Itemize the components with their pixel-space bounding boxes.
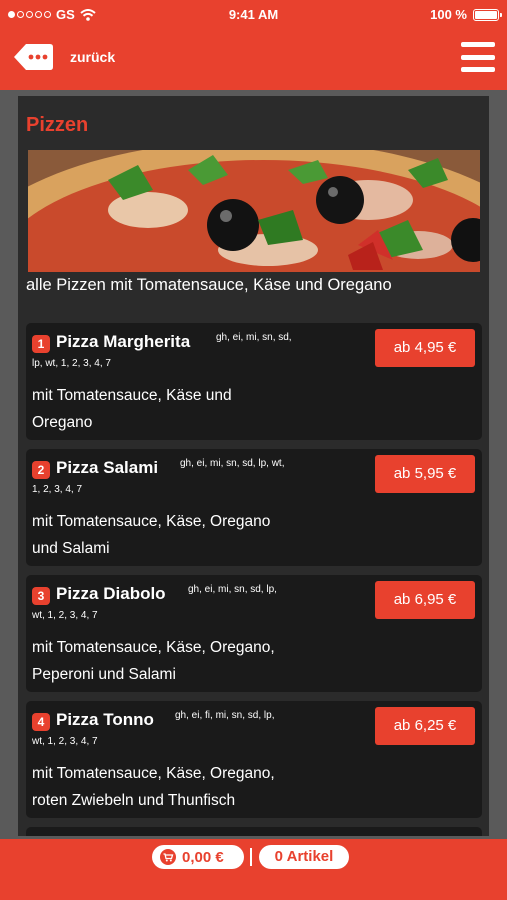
menu-content: Pizzen alle Pizzen mit Tomatensauce, Käs… <box>18 96 489 836</box>
item-allergens: 1, 2, 3, 4, 7 <box>32 484 83 495</box>
battery-label: 100 % <box>430 7 467 22</box>
price-button[interactable]: ab 4,95 € <box>375 329 475 367</box>
item-allergens: wt, 1, 2, 3, 4, 7 <box>32 736 98 747</box>
menu-item-pizza-margherita[interactable]: 1 Pizza Margherita gh, ei, mi, sn, sd, l… <box>26 323 482 440</box>
item-allergens: lp, wt, 1, 2, 3, 4, 7 <box>32 358 111 369</box>
category-description: alle Pizzen mit Tomatensauce, Käse und O… <box>26 276 392 294</box>
pizza-banner-image <box>28 150 480 272</box>
category-title: Pizzen <box>26 114 89 136</box>
status-bar: GS 9:41 AM 100 % <box>0 0 507 28</box>
item-description: roten Zwiebeln und Thunfisch <box>32 792 236 809</box>
price-button[interactable]: ab 6,95 € <box>375 581 475 619</box>
divider <box>250 848 252 866</box>
item-number: 1 <box>32 335 50 353</box>
menu-item-partial[interactable] <box>26 827 482 836</box>
item-number: 2 <box>32 461 50 479</box>
item-allergens: gh, ei, mi, sn, sd, <box>216 332 292 343</box>
item-description: mit Tomatensauce, Käse und <box>32 387 232 404</box>
item-allergens: gh, ei, mi, sn, sd, lp, wt, <box>180 458 285 469</box>
back-icon[interactable] <box>12 42 54 72</box>
cart-total: 0,00 € <box>182 848 224 866</box>
item-name: Pizza Tonno <box>56 710 154 729</box>
item-description: mit Tomatensauce, Käse, Oregano, <box>32 765 275 782</box>
item-number: 3 <box>32 587 50 605</box>
menu-item-pizza-salami[interactable]: 2 Pizza Salami gh, ei, mi, sn, sd, lp, w… <box>26 449 482 566</box>
cart-count-button[interactable]: 0 Artikel <box>259 845 349 869</box>
item-name: Pizza Salami <box>56 458 159 477</box>
cart-total-button[interactable]: 0,00 € <box>152 845 244 869</box>
back-button[interactable]: zurück <box>70 49 115 65</box>
cart-bar: 0,00 € 0 Artikel <box>0 839 507 900</box>
item-description: Peperoni und Salami <box>32 666 176 683</box>
cart-icon <box>160 849 176 865</box>
item-allergens: gh, ei, mi, sn, sd, lp, <box>188 584 277 595</box>
item-description: mit Tomatensauce, Käse, Oregano, <box>32 639 275 656</box>
menu-item-pizza-tonno[interactable]: 4 Pizza Tonno gh, ei, fi, mi, sn, sd, lp… <box>26 701 482 818</box>
price-button[interactable]: ab 6,25 € <box>375 707 475 745</box>
battery-icon <box>473 8 502 21</box>
nav-bar: zurück <box>0 28 507 90</box>
item-name: Pizza Diabolo <box>56 584 166 603</box>
price-button[interactable]: ab 5,95 € <box>375 455 475 493</box>
battery-group: 100 % <box>430 7 502 22</box>
menu-item-pizza-diabolo[interactable]: 3 Pizza Diabolo gh, ei, mi, sn, sd, lp, … <box>26 575 482 692</box>
hamburger-menu-icon[interactable] <box>461 42 495 72</box>
item-description: mit Tomatensauce, Käse, Oregano <box>32 513 271 530</box>
item-name: Pizza Margherita <box>56 332 191 351</box>
item-description: und Salami <box>32 540 110 557</box>
item-allergens: gh, ei, fi, mi, sn, sd, lp, <box>175 710 275 721</box>
item-number: 4 <box>32 713 50 731</box>
item-allergens: wt, 1, 2, 3, 4, 7 <box>32 610 98 621</box>
item-description: Oregano <box>32 414 93 431</box>
